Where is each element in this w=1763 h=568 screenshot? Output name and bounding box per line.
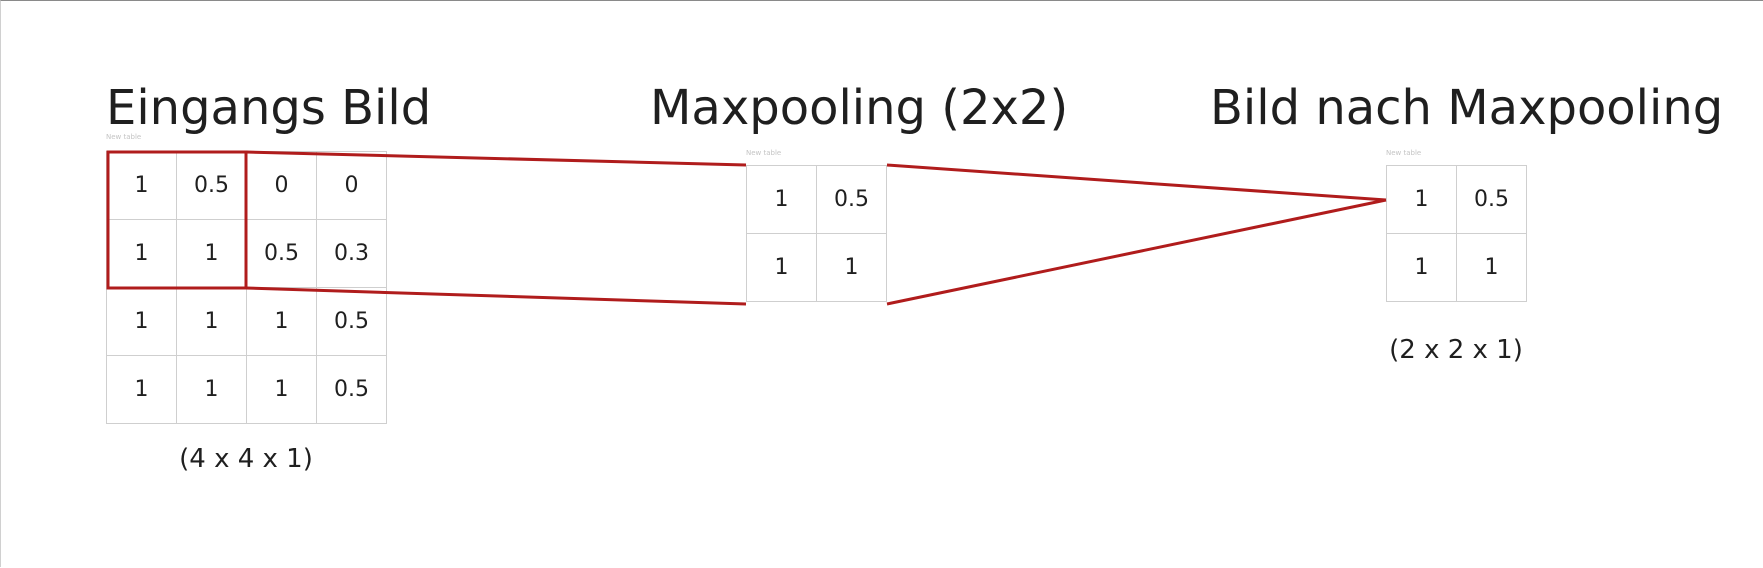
matrix-row: 1 0.5 0 0 — [106, 151, 387, 220]
connector-line — [886, 198, 1387, 306]
connector-line — [886, 163, 1387, 202]
matrix-cell: 1 — [176, 287, 247, 356]
input-dimensions: (4 x 4 x 1) — [179, 444, 313, 474]
matrix-cell: 0 — [246, 151, 317, 220]
matrix-cell: 1 — [1456, 233, 1527, 302]
maxpooling-title: Maxpooling (2x2) — [650, 80, 1069, 136]
matrix-cell: 0.5 — [176, 151, 247, 220]
output-table-tag: New table — [1386, 149, 1422, 157]
matrix-cell: 1 — [106, 287, 177, 356]
matrix-cell: 1 — [746, 233, 817, 302]
matrix-cell: 1 — [816, 233, 887, 302]
matrix-cell: 1 — [246, 287, 317, 356]
output-matrix: 1 0.5 1 1 — [1386, 165, 1527, 302]
pool-window-matrix: 1 0.5 1 1 — [746, 165, 887, 302]
pool-table-tag: New table — [746, 149, 782, 157]
matrix-cell: 1 — [1386, 233, 1457, 302]
input-table-tag: New table — [106, 133, 142, 141]
matrix-cell: 1 — [1386, 165, 1457, 234]
matrix-cell: 0.5 — [1456, 165, 1527, 234]
matrix-cell: 1 — [746, 165, 817, 234]
matrix-cell: 0.3 — [316, 219, 387, 288]
matrix-cell: 0 — [316, 151, 387, 220]
matrix-cell: 1 — [246, 355, 317, 424]
matrix-row: 1 0.5 — [1386, 165, 1527, 234]
matrix-cell: 0.5 — [816, 165, 887, 234]
matrix-cell: 1 — [106, 219, 177, 288]
matrix-row: 1 1 1 0.5 — [106, 355, 387, 424]
matrix-row: 1 1 0.5 0.3 — [106, 219, 387, 288]
matrix-row: 1 1 — [1386, 233, 1527, 302]
matrix-cell: 0.5 — [316, 355, 387, 424]
matrix-cell: 1 — [176, 219, 247, 288]
matrix-row: 1 1 1 0.5 — [106, 287, 387, 356]
matrix-cell: 1 — [106, 355, 177, 424]
input-image-title: Eingangs Bild — [106, 80, 432, 136]
matrix-row: 1 1 — [746, 233, 887, 302]
matrix-cell: 0.5 — [246, 219, 317, 288]
output-image-title: Bild nach Maxpooling — [1210, 80, 1724, 136]
matrix-cell: 0.5 — [316, 287, 387, 356]
matrix-cell: 1 — [176, 355, 247, 424]
output-dimensions: (2 x 2 x 1) — [1389, 335, 1523, 365]
matrix-cell: 1 — [106, 151, 177, 220]
input-matrix: 1 0.5 0 0 1 1 0.5 0.3 1 1 1 0.5 1 1 1 0.… — [106, 151, 387, 424]
matrix-row: 1 0.5 — [746, 165, 887, 234]
